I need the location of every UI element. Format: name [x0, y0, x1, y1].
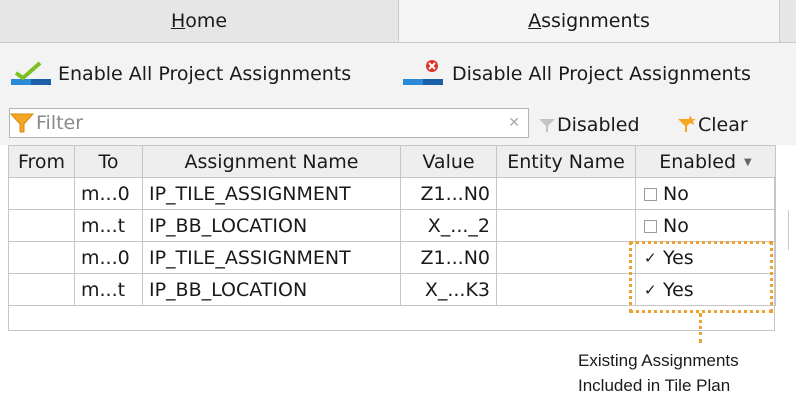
cell-to: m...t — [74, 273, 143, 306]
enable-check-icon — [11, 61, 51, 85]
disable-all-assignments-button[interactable]: Disable All Project Assignments — [402, 57, 751, 91]
cell-assignment-name: IP_BB_LOCATION — [142, 273, 401, 306]
cell-from — [8, 177, 75, 210]
sort-chevron-down-icon[interactable]: ▼ — [744, 157, 752, 168]
callout-line-1: Existing Assignments — [578, 351, 739, 370]
cell-to: m...0 — [74, 241, 143, 274]
enabled-text: No — [663, 214, 689, 237]
enabled-text: No — [663, 182, 689, 205]
enabled-checkbox[interactable] — [644, 219, 657, 233]
cell-from — [8, 209, 75, 242]
callout-line-2: Included in Tile Plan — [578, 376, 731, 395]
col-assignment-name[interactable]: Assignment Name — [142, 145, 401, 178]
cell-to: m...t — [74, 209, 143, 242]
tab-assignments[interactable]: Assignments — [399, 0, 780, 42]
table-row[interactable]: m...t IP_BB_LOCATION X_..._2 No — [8, 209, 776, 242]
filter-bar: Filter ✕ Disabled Clear — [0, 105, 796, 250]
cell-assignment-name: IP_TILE_ASSIGNMENT — [142, 241, 401, 274]
clear-filter-x-icon[interactable]: ✕ — [508, 115, 520, 131]
cell-value: X_..._2 — [400, 209, 497, 242]
disable-all-label: Disable All Project Assignments — [452, 63, 751, 85]
enabled-checkbox[interactable] — [644, 187, 657, 201]
col-entity-name[interactable]: Entity Name — [496, 145, 636, 178]
cell-enabled[interactable]: No — [635, 209, 776, 242]
cell-enabled[interactable]: No — [635, 177, 776, 210]
toolbar: Enable All Project Assignments Disable A… — [0, 43, 796, 105]
cell-value: Z1...N0 — [400, 177, 497, 210]
tab-assignments-mnemonic: A — [528, 10, 542, 32]
tab-assignments-label: ssignments — [541, 10, 650, 32]
disabled-funnel-icon — [539, 119, 555, 132]
cell-assignment-name: IP_BB_LOCATION — [142, 209, 401, 242]
col-enabled[interactable]: Enabled ▼ — [635, 145, 776, 178]
disabled-filter-button[interactable]: Disabled — [537, 111, 640, 139]
enable-all-assignments-button[interactable]: Enable All Project Assignments — [10, 57, 351, 91]
tab-home-label: ome — [185, 10, 228, 32]
clear-filter-label: Clear — [698, 114, 748, 136]
cell-assignment-name: IP_TILE_ASSIGNMENT — [142, 177, 401, 210]
filter-funnel-icon — [10, 113, 34, 133]
cell-entity-name — [496, 273, 636, 306]
cell-value: Z1...N0 — [400, 241, 497, 274]
tab-home-mnemonic: H — [170, 10, 186, 32]
clear-filter-button[interactable]: Clear — [676, 111, 748, 139]
tab-bar: Home Assignments — [0, 0, 796, 43]
table-row[interactable]: m...0 IP_TILE_ASSIGNMENT Z1...N0 No — [8, 177, 776, 210]
right-pane-edge — [788, 210, 796, 250]
clear-funnel-icon — [678, 115, 696, 132]
callout-leader-line — [699, 313, 702, 343]
cell-entity-name — [496, 209, 636, 242]
callout-annotation: Existing Assignments Included in Tile Pl… — [578, 348, 794, 398]
highlight-box — [629, 241, 773, 313]
cell-from — [8, 241, 75, 274]
cell-entity-name — [496, 177, 636, 210]
filter-input[interactable]: Filter ✕ — [9, 108, 529, 138]
enable-all-label: Enable All Project Assignments — [58, 63, 352, 85]
table-header-row: From To Assignment Name Value Entity Nam… — [8, 145, 776, 178]
filter-placeholder: Filter — [36, 112, 84, 134]
col-value[interactable]: Value — [400, 145, 497, 178]
col-enabled-label: Enabled — [659, 150, 737, 173]
cell-entity-name — [496, 241, 636, 274]
disabled-filter-label: Disabled — [557, 114, 640, 136]
col-from[interactable]: From — [8, 145, 75, 178]
disable-x-icon — [403, 60, 443, 85]
col-to[interactable]: To — [74, 145, 143, 178]
tab-home[interactable]: Home — [0, 0, 399, 42]
cell-value: X_...K3 — [400, 273, 497, 306]
cell-from — [8, 273, 75, 306]
cell-to: m...0 — [74, 177, 143, 210]
